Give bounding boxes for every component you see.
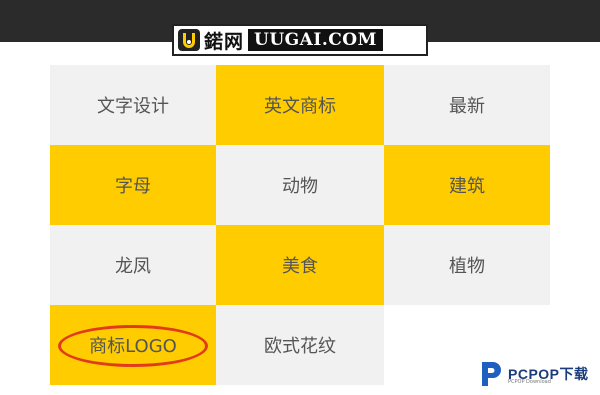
logo-chinese-text: 鍩网 xyxy=(204,30,245,53)
logo-english-text: UUGAI.COM xyxy=(248,29,383,51)
category-english-trademark[interactable]: 英文商标 xyxy=(216,65,384,145)
category-label: 美食 xyxy=(282,256,318,277)
category-animals[interactable]: 动物 xyxy=(216,145,384,225)
category-label: 文字设计 xyxy=(97,96,169,117)
watermark: PCPOP下载 PCPOP Download xyxy=(478,357,600,391)
category-label: 英文商标 xyxy=(264,96,336,117)
category-letters[interactable]: 字母 xyxy=(50,145,216,225)
category-text-design[interactable]: 文字设计 xyxy=(50,65,216,145)
category-architecture[interactable]: 建筑 xyxy=(384,145,550,225)
category-latest[interactable]: 最新 xyxy=(384,65,550,145)
category-label: 字母 xyxy=(115,176,151,197)
category-trademark-logo[interactable]: 商标LOGO xyxy=(50,305,216,385)
category-label: 龙凤 xyxy=(115,256,151,277)
site-logo[interactable]: 鍩网 UUGAI.COM xyxy=(172,24,428,56)
category-label: 植物 xyxy=(449,256,485,277)
category-label: 最新 xyxy=(449,96,485,117)
category-label: 建筑 xyxy=(449,176,485,197)
category-dragon-phoenix[interactable]: 龙凤 xyxy=(50,225,216,305)
pcpop-logo-icon xyxy=(482,362,501,386)
category-label: 欧式花纹 xyxy=(264,336,336,357)
category-grid: 文字设计 英文商标 最新 字母 动物 建筑 龙凤 美食 植物 商标LOGO 欧式… xyxy=(50,65,550,385)
category-plants[interactable]: 植物 xyxy=(384,225,550,305)
category-label: 商标LOGO xyxy=(89,336,177,357)
category-label: 动物 xyxy=(282,176,318,197)
category-european-pattern[interactable]: 欧式花纹 xyxy=(216,305,384,385)
category-food[interactable]: 美食 xyxy=(216,225,384,305)
watermark-sub: PCPOP Download xyxy=(508,379,551,385)
logo-badge-icon xyxy=(178,29,200,51)
